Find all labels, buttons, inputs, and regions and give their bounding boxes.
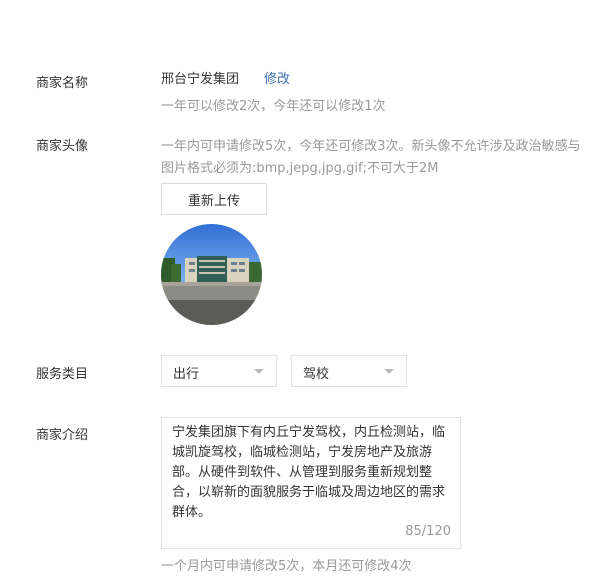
reupload-button[interactable]: 重新上传 — [161, 183, 267, 215]
merchant-intro-textarea[interactable]: 宁发集团旗下有内丘宁发驾校，内丘检测站，临城凯旋驾校，临城检测站，宁发房地产及旅… — [161, 417, 461, 549]
chevron-down-icon — [384, 369, 394, 374]
secondary-category-value: 驾校 — [303, 367, 330, 382]
merchant-avatar-label: 商家头像 — [36, 139, 89, 154]
service-category-label: 服务类目 — [36, 367, 89, 382]
merchant-intro-text: 宁发集团旗下有内丘宁发驾校，内丘检测站，临城凯旋驾校，临城检测站，宁发房地产及旅… — [172, 425, 446, 520]
chevron-down-icon — [254, 369, 264, 374]
merchant-name-hint: 一年可以修改2次，今年还可以修改1次 — [161, 99, 386, 114]
merchant-settings-page: 商家名称 邢台宁发集团 修改 一年可以修改2次，今年还可以修改1次 商家头像 一… — [0, 0, 615, 586]
merchant-intro-label: 商家介绍 — [36, 428, 89, 443]
avatar-photo — [161, 224, 262, 325]
edit-name-link[interactable]: 修改 — [264, 68, 290, 87]
char-count: 85/120 — [405, 524, 451, 539]
avatar — [161, 224, 262, 325]
merchant-intro-hint: 一个月内可申请修改5次，本月还可修改4次 — [161, 559, 412, 574]
avatar-hint-line2: 图片格式必须为:bmp,jepg,jpg,gif;不可大于2M — [161, 161, 439, 176]
avatar-hint-line1: 一年内可申请修改5次，今年还可修改3次。新头像不允许涉及政治敏感与 — [161, 139, 581, 154]
merchant-name-value: 邢台宁发集团 — [161, 72, 240, 87]
primary-category-select[interactable]: 出行 — [161, 355, 277, 387]
secondary-category-select[interactable]: 驾校 — [291, 355, 407, 387]
primary-category-value: 出行 — [173, 367, 200, 382]
merchant-name-label: 商家名称 — [36, 76, 89, 91]
